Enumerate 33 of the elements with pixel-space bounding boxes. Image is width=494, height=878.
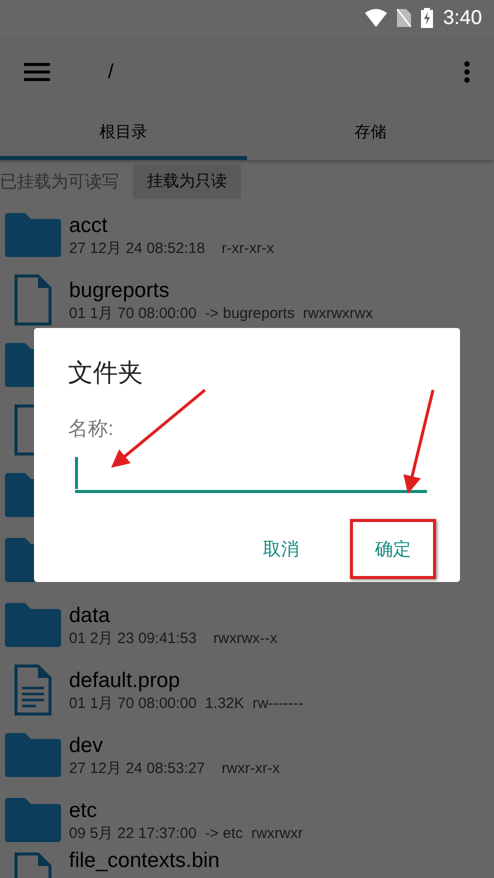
text-file-icon <box>14 664 52 716</box>
file-details: 27 12月 24 08:52:18 r-xr-xr-x <box>69 238 274 258</box>
path-title: / <box>108 60 115 84</box>
file-icon <box>14 274 52 326</box>
folder-icon <box>5 602 61 646</box>
wifi-icon <box>365 9 388 27</box>
tab[interactable]: 根目录 <box>0 108 247 160</box>
name-label: 名称: <box>68 417 115 442</box>
file-name[interactable]: file_contexts.bin <box>69 850 220 872</box>
file-details: 01 1月 70 08:00:00 -> bugreports rwxrwxrwx <box>69 304 373 322</box>
menu-icon[interactable] <box>24 63 50 81</box>
file-name[interactable]: data <box>69 602 278 628</box>
mount-read-only-button[interactable]: 挂载为只读 <box>133 164 241 198</box>
dialog-title: 文件夹 <box>68 358 144 389</box>
file-details: 01 1月 70 08:00:00 1.32K rw------- <box>69 694 304 712</box>
folder-icon <box>5 732 61 776</box>
file-name[interactable]: dev <box>69 732 280 758</box>
clock: 3:40 <box>443 6 482 30</box>
file-details: 09 5月 22 17:37:00 -> etc rwxrwxr <box>69 824 303 842</box>
folder-icon <box>5 212 61 256</box>
folder-icon <box>5 798 61 842</box>
no-sim-icon <box>397 9 412 27</box>
tab[interactable]: 存储 <box>247 108 494 160</box>
file-details: 01 2月 23 09:41:53 rwxrwx--x <box>69 628 278 648</box>
battery-charging-icon <box>421 8 434 28</box>
more-options-icon[interactable] <box>464 61 470 83</box>
file-name[interactable]: default.prop <box>69 666 304 694</box>
name-input-field[interactable] <box>75 454 427 493</box>
file-name[interactable]: acct <box>69 212 274 238</box>
file-name[interactable]: bugreports <box>69 276 373 304</box>
dialog-button[interactable]: 确定 <box>350 519 436 579</box>
file-name[interactable]: etc <box>69 796 303 824</box>
file-details: 27 12月 24 08:53:27 rwxr-xr-x <box>69 758 280 778</box>
